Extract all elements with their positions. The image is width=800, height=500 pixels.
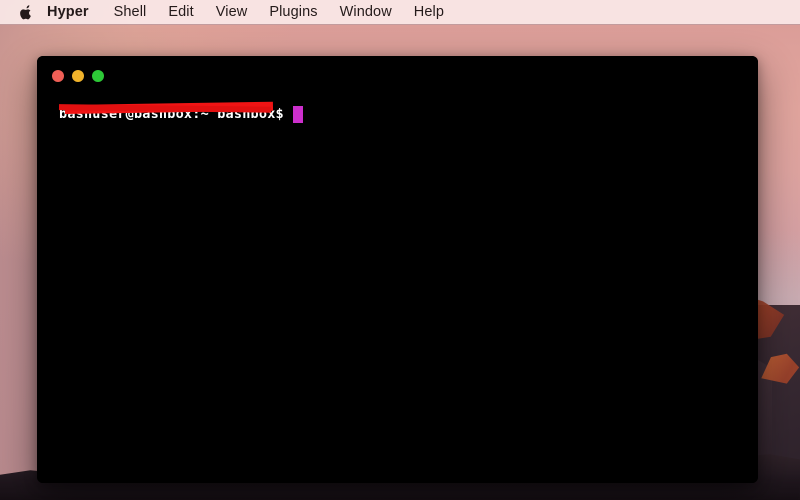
shell-prompt-line: bashuser@bashbox:~ bashbox$	[59, 101, 758, 124]
menu-item-hyper[interactable]: Hyper	[34, 0, 103, 24]
menu-item-label: Help	[413, 4, 444, 20]
menu-item-edit[interactable]: Edit	[157, 0, 204, 24]
shell-prompt-text: bashuser@bashbox:~ bashbox$	[59, 106, 284, 122]
menu-item-plugins[interactable]: Plugins	[258, 0, 328, 24]
traffic-light-controls	[52, 70, 104, 82]
hyper-terminal-window[interactable]: bashuser@bashbox:~ bashbox$	[37, 56, 758, 483]
screen: Hyper Shell Edit View Plugins Window Hel…	[0, 0, 800, 500]
apple-logo-icon[interactable]	[0, 0, 34, 24]
terminal-body[interactable]: bashuser@bashbox:~ bashbox$	[37, 96, 758, 483]
menu-item-label: Plugins	[269, 4, 318, 20]
menu-item-shell[interactable]: Shell	[103, 0, 158, 24]
menu-bar-items: Hyper Shell Edit View Plugins Window Hel…	[0, 0, 455, 24]
menu-item-label: View	[215, 4, 248, 20]
close-window-button[interactable]	[52, 70, 64, 82]
menu-item-window[interactable]: Window	[329, 0, 403, 24]
minimize-window-button[interactable]	[72, 70, 84, 82]
menu-item-help[interactable]: Help	[403, 0, 455, 24]
window-titlebar[interactable]	[37, 56, 758, 96]
menu-item-label: Window	[339, 4, 392, 20]
menu-bar: Hyper Shell Edit View Plugins Window Hel…	[0, 0, 800, 25]
menu-item-view[interactable]: View	[205, 0, 259, 24]
menu-item-label: Shell	[113, 4, 147, 20]
menu-item-label: Edit	[168, 4, 194, 20]
terminal-cursor	[292, 105, 303, 123]
menu-item-label: Hyper	[47, 4, 89, 20]
maximize-window-button[interactable]	[92, 70, 104, 82]
